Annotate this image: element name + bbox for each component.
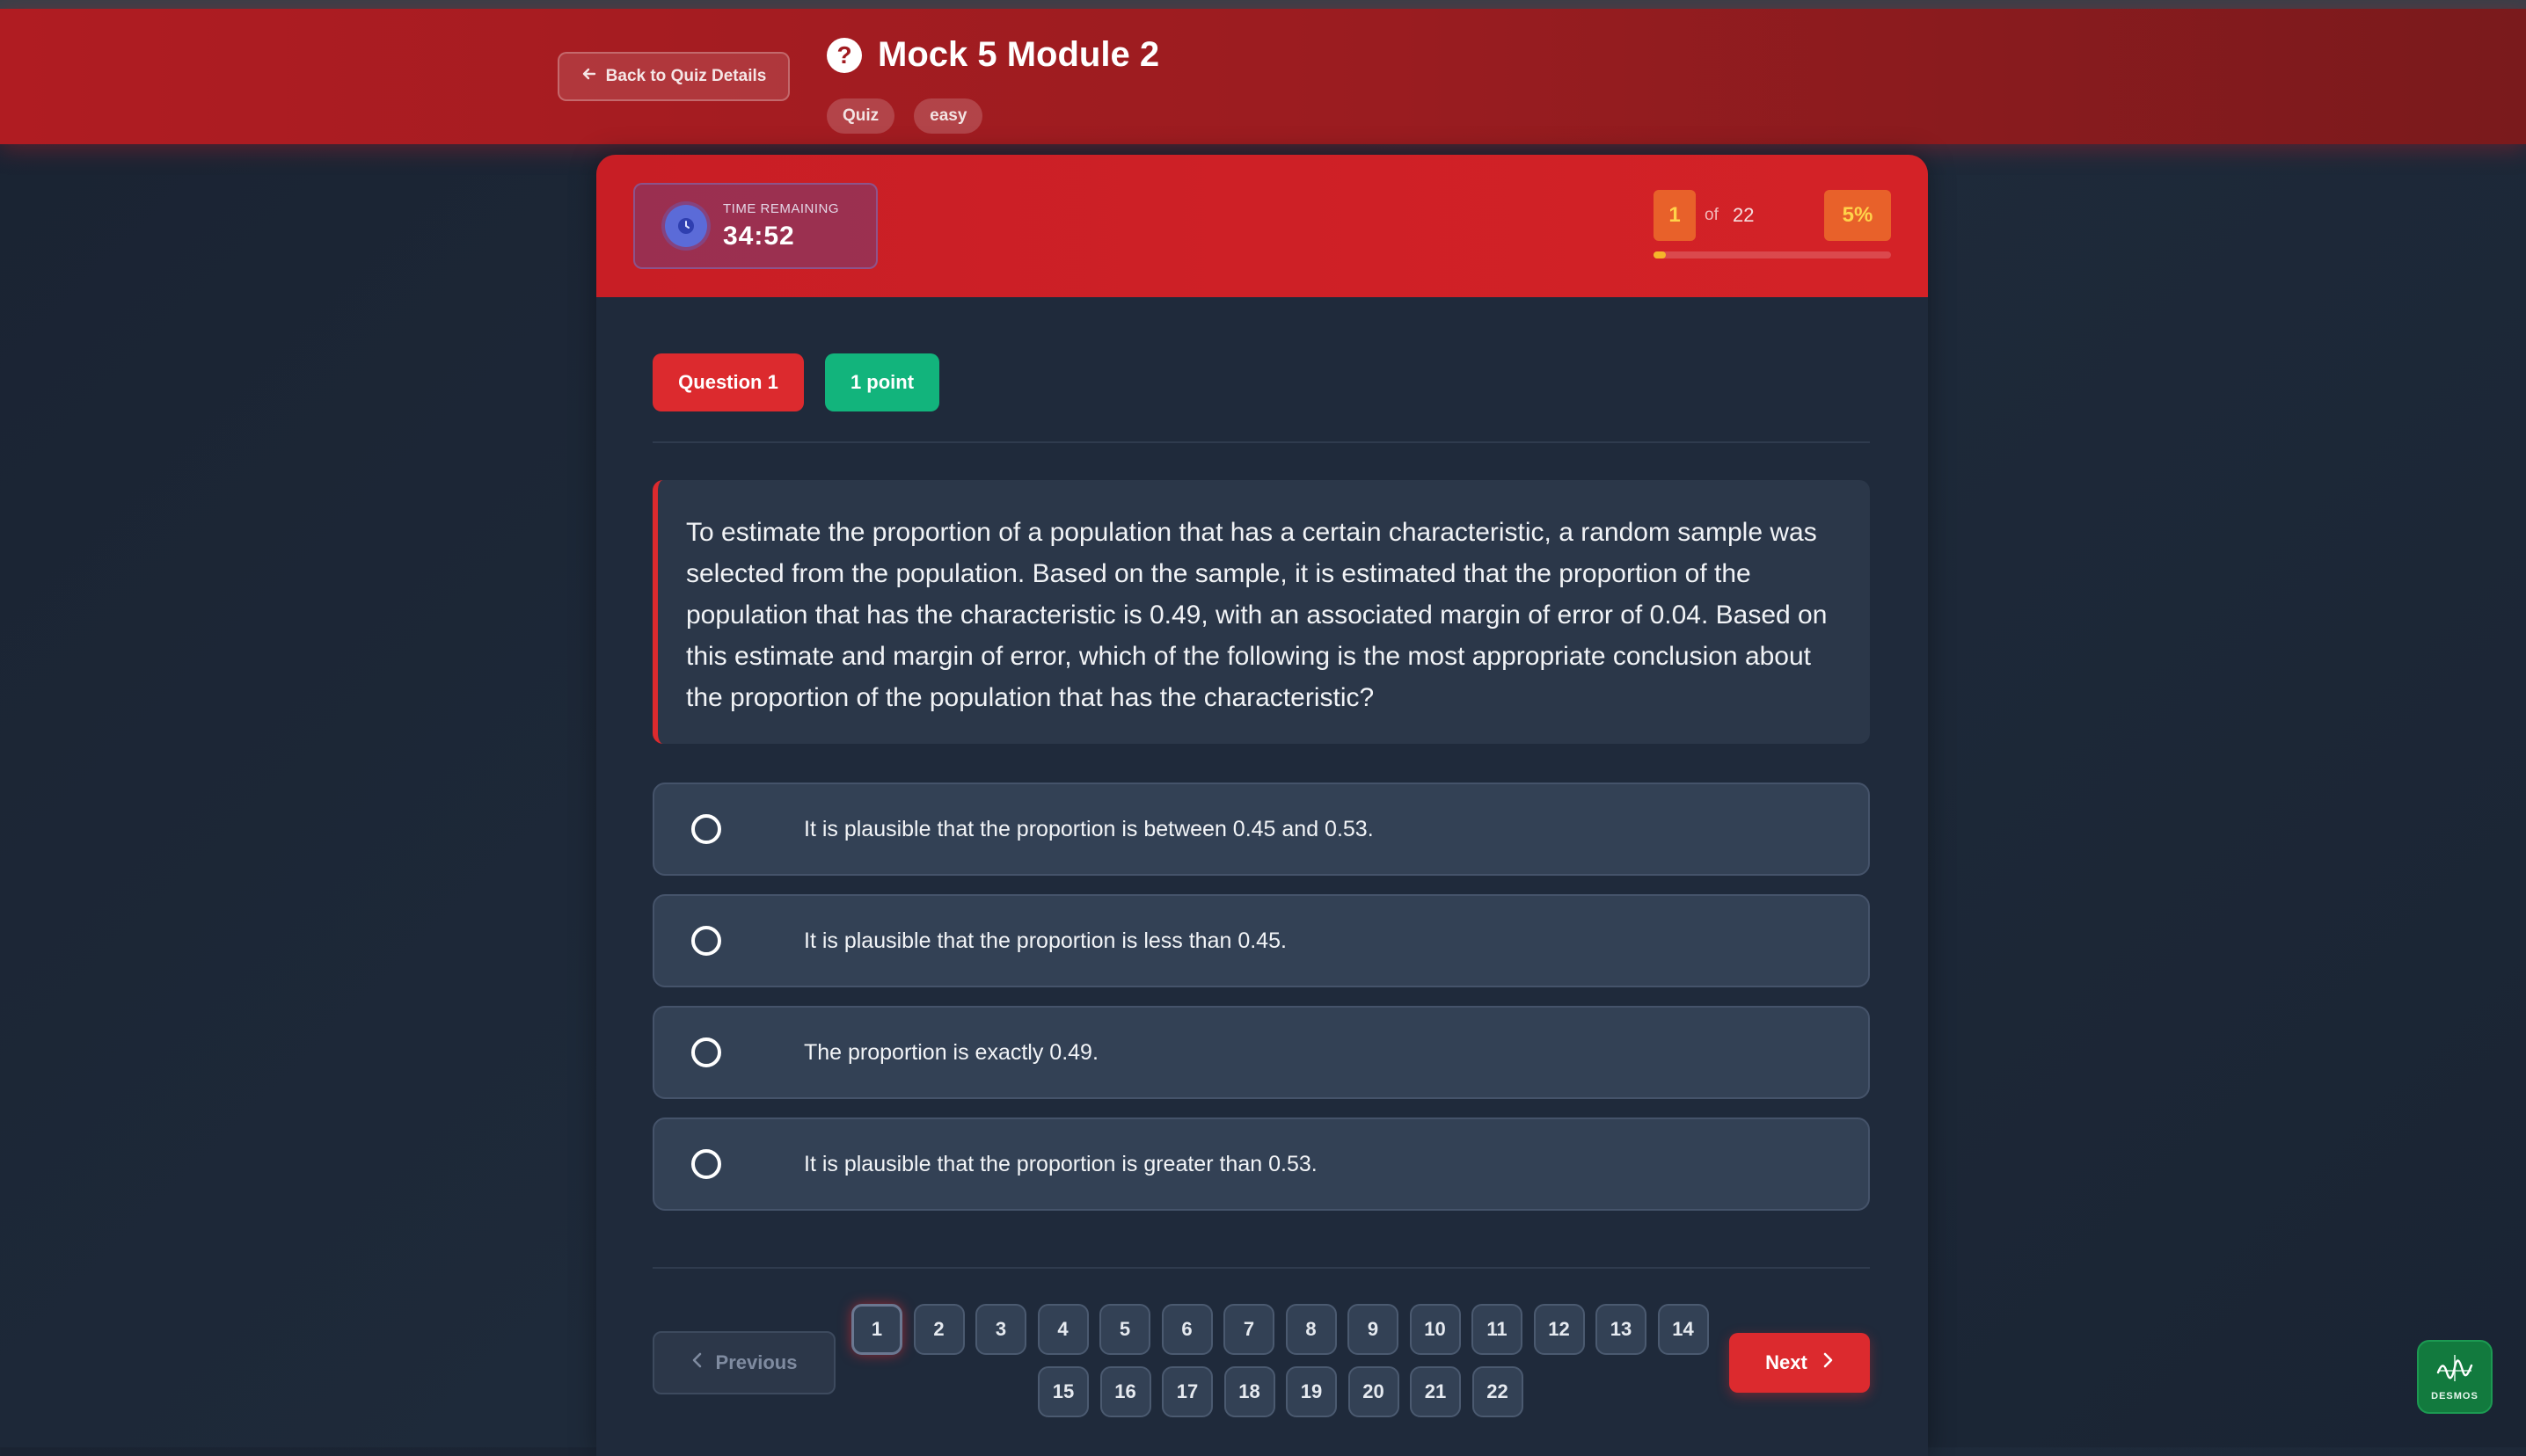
question-mark-icon: ? xyxy=(827,37,862,73)
previous-label: Previous xyxy=(715,1351,798,1373)
arrow-left-icon xyxy=(581,66,597,87)
radio-icon[interactable] xyxy=(691,814,721,844)
progress-bar-fill xyxy=(1654,251,1666,258)
progress-percent: 5% xyxy=(1824,190,1891,241)
timer-label: TIME REMAINING xyxy=(723,200,840,216)
answer-option-3[interactable]: The proportion is exactly 0.49. xyxy=(653,1006,1870,1099)
page-button-20[interactable]: 20 xyxy=(1347,1366,1399,1417)
radio-icon[interactable] xyxy=(691,1149,721,1179)
progress-indicator: 1 of 22 5% xyxy=(1654,190,1891,260)
page-button-1[interactable]: 1 xyxy=(851,1304,902,1355)
graph-icon xyxy=(2435,1353,2475,1387)
question-text: To estimate the proportion of a populati… xyxy=(653,480,1870,744)
previous-button[interactable]: Previous xyxy=(653,1331,836,1394)
page-button-12[interactable]: 12 xyxy=(1533,1304,1585,1355)
divider xyxy=(653,441,1870,443)
page-button-5[interactable]: 5 xyxy=(1099,1304,1150,1355)
of-label: of xyxy=(1705,206,1719,224)
tag-difficulty: easy xyxy=(914,98,983,134)
page-button-15[interactable]: 15 xyxy=(1038,1366,1089,1417)
desmos-label: DESMOS xyxy=(2431,1390,2479,1401)
current-question-number: 1 xyxy=(1654,190,1696,241)
radio-icon[interactable] xyxy=(691,926,721,956)
progress-bar xyxy=(1654,251,1891,258)
answer-option-4[interactable]: It is plausible that the proportion is g… xyxy=(653,1117,1870,1211)
page-button-17[interactable]: 17 xyxy=(1162,1366,1213,1417)
radio-icon[interactable] xyxy=(691,1037,721,1067)
next-label: Next xyxy=(1765,1351,1807,1373)
title-row: ? Mock 5 Module 2 xyxy=(827,35,1159,75)
total-questions: 22 xyxy=(1733,204,1755,226)
option-text: The proportion is exactly 0.49. xyxy=(804,1039,1099,1065)
option-text: It is plausible that the proportion is l… xyxy=(804,928,1287,953)
page-button-21[interactable]: 21 xyxy=(1410,1366,1461,1417)
clock-icon xyxy=(665,205,707,247)
option-text: It is plausible that the proportion is b… xyxy=(804,816,1374,841)
answer-option-1[interactable]: It is plausible that the proportion is b… xyxy=(653,783,1870,876)
divider xyxy=(653,1267,1870,1269)
chevron-right-icon xyxy=(1821,1351,1834,1374)
question-number-badge: Question 1 xyxy=(653,353,804,411)
page-button-7[interactable]: 7 xyxy=(1223,1304,1274,1355)
page-button-9[interactable]: 9 xyxy=(1347,1304,1398,1355)
points-badge: 1 point xyxy=(825,353,939,411)
page-button-18[interactable]: 18 xyxy=(1223,1366,1275,1417)
answer-option-2[interactable]: It is plausible that the proportion is l… xyxy=(653,894,1870,987)
browser-strip xyxy=(0,0,2526,9)
quiz-header: Back to Quiz Details ? Mock 5 Module 2 Q… xyxy=(0,9,2526,144)
page-title: Mock 5 Module 2 xyxy=(878,35,1160,74)
page-button-13[interactable]: 13 xyxy=(1595,1304,1646,1355)
page-button-10[interactable]: 10 xyxy=(1409,1304,1461,1355)
page-button-14[interactable]: 14 xyxy=(1657,1304,1709,1355)
desmos-calculator-button[interactable]: DESMOS xyxy=(2417,1340,2493,1414)
page-button-11[interactable]: 11 xyxy=(1471,1304,1522,1355)
timer-widget: TIME REMAINING 34:52 xyxy=(633,183,878,269)
page-button-19[interactable]: 19 xyxy=(1286,1366,1337,1417)
question-card: TIME REMAINING 34:52 1 of 22 5% Question… xyxy=(596,155,1928,1456)
page-button-3[interactable]: 3 xyxy=(975,1304,1026,1355)
quiz-tags: Quiz easy xyxy=(827,98,983,134)
page-button-16[interactable]: 16 xyxy=(1099,1366,1151,1417)
page-button-8[interactable]: 8 xyxy=(1285,1304,1337,1355)
page-button-2[interactable]: 2 xyxy=(913,1304,965,1355)
option-text: It is plausible that the proportion is g… xyxy=(804,1151,1318,1176)
tag-type: Quiz xyxy=(827,98,895,134)
card-header: TIME REMAINING 34:52 1 of 22 5% xyxy=(596,155,1928,297)
back-button-label: Back to Quiz Details xyxy=(605,67,767,85)
timer-value: 34:52 xyxy=(723,221,795,251)
chevron-left-icon xyxy=(691,1351,704,1374)
page-button-4[interactable]: 4 xyxy=(1037,1304,1089,1355)
page-button-22[interactable]: 22 xyxy=(1471,1366,1523,1417)
page-button-6[interactable]: 6 xyxy=(1161,1304,1213,1355)
back-to-quiz-details-button[interactable]: Back to Quiz Details xyxy=(558,52,790,101)
next-button[interactable]: Next xyxy=(1729,1333,1870,1393)
